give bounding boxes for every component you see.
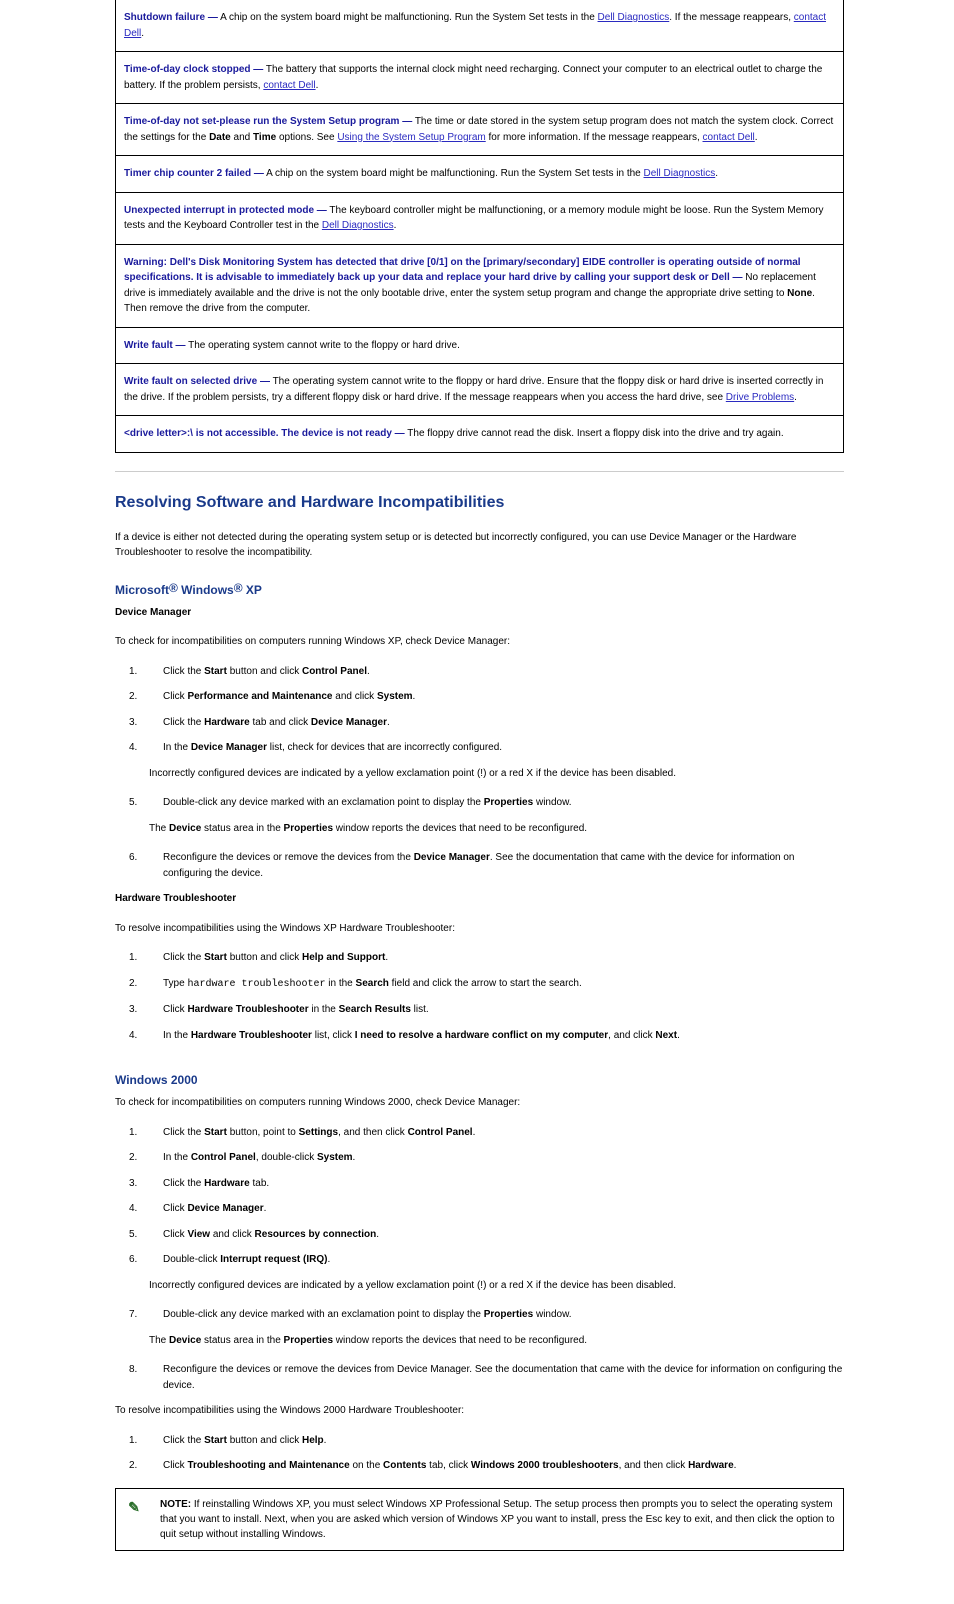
registered-icon: ®	[169, 581, 178, 595]
list-item: 4.In the Hardware Troubleshooter list, c…	[115, 1028, 844, 1054]
subheading: Device Manager	[115, 607, 191, 618]
steps-list: 7.Double-click any device marked with an…	[115, 1307, 844, 1333]
table-row: Unexpected interrupt in protected mode —…	[116, 192, 844, 244]
steps-list: 8.Reconfigure the devices or remove the …	[115, 1362, 844, 1403]
list-item: 7.Double-click any device marked with an…	[115, 1307, 844, 1333]
body-text: Incorrectly configured devices are indic…	[115, 766, 844, 782]
list-item: 6.Double-click Interrupt request (IRQ).	[115, 1252, 844, 1278]
list-item: 2.In the Control Panel, double-click Sys…	[115, 1150, 844, 1176]
body-text: Incorrectly configured devices are indic…	[115, 1278, 844, 1294]
note-box: ✎ NOTE: If reinstalling Windows XP, you …	[115, 1488, 844, 1551]
registered-icon: ®	[234, 581, 243, 595]
list-item: 1.Click the Start button and click Help.	[115, 1433, 844, 1459]
body-text: The Device status area in the Properties…	[115, 821, 844, 837]
body-text: The Device status area in the Properties…	[115, 1333, 844, 1349]
list-item: 4.In the Device Manager list, check for …	[115, 740, 844, 766]
os-heading: Windows 2000	[115, 1073, 844, 1087]
list-item: 1.Click the Start button, point to Setti…	[115, 1125, 844, 1151]
error-title: Timer chip counter 2 failed —	[124, 168, 264, 179]
error-messages-table: Shutdown failure — A chip on the system …	[115, 0, 844, 453]
error-title: desk or Dell —	[673, 272, 742, 283]
list-item: 4.Click Device Manager.	[115, 1201, 844, 1227]
list-item: 2.Click Performance and Maintenance and …	[115, 689, 844, 715]
list-item: 6.Reconfigure the devices or remove the …	[115, 850, 844, 891]
error-title: Write fault —	[124, 340, 185, 351]
os-heading: Microsoft® Windows® XP	[115, 581, 844, 597]
section-intro: If a device is either not detected durin…	[115, 530, 844, 561]
note-icon: ✎	[116, 1488, 153, 1550]
link[interactable]: contact Dell	[263, 80, 315, 91]
list-item: 8.Reconfigure the devices or remove the …	[115, 1362, 844, 1403]
section-divider	[115, 471, 844, 472]
steps-list: 5.Double-click any device marked with an…	[115, 795, 844, 821]
body-text: To check for incompatibilities on comput…	[115, 1095, 844, 1111]
error-title: >:\ is not accessible. The device is not…	[181, 428, 405, 439]
steps-list: 6.Reconfigure the devices or remove the …	[115, 850, 844, 891]
steps-list: 1.Click the Start button and click Help.…	[115, 1433, 844, 1484]
list-item: 2.Click Troubleshooting and Maintenance …	[115, 1458, 844, 1484]
table-row: Shutdown failure — A chip on the system …	[116, 0, 844, 52]
table-row: Time-of-day clock stopped — The battery …	[116, 52, 844, 104]
list-item: 3.Click Hardware Troubleshooter in the S…	[115, 1002, 844, 1028]
link[interactable]: contact Dell	[703, 132, 755, 143]
link[interactable]: Drive Problems	[726, 392, 794, 403]
list-item: 3.Click the Hardware tab and click Devic…	[115, 715, 844, 741]
steps-list: 1.Click the Start button and click Help …	[115, 950, 844, 1053]
error-title: please run the System Setup program —	[219, 116, 412, 127]
link[interactable]: Dell Diagnostics	[598, 12, 670, 23]
link[interactable]: Dell Diagnostics	[322, 220, 394, 231]
list-item: 5.Double-click any device marked with an…	[115, 795, 844, 821]
body-text: To resolve incompatibilities using the W…	[115, 1403, 844, 1419]
body-text: To resolve incompatibilities using the W…	[115, 921, 844, 937]
link[interactable]: Using the System Setup Program	[337, 132, 485, 143]
steps-list: 1.Click the Start button, point to Setti…	[115, 1125, 844, 1278]
body-text: To check for incompatibilities on comput…	[115, 634, 844, 650]
table-row: Timer chip counter 2 failed — A chip on …	[116, 156, 844, 193]
list-item: 1.Click the Start button and click Help …	[115, 950, 844, 976]
link[interactable]: Dell Diagnostics	[644, 168, 716, 179]
steps-list: 1.Click the Start button and click Contr…	[115, 664, 844, 766]
table-row: Write fault — The operating system canno…	[116, 327, 844, 364]
error-title: Write fault on selected drive —	[124, 376, 270, 387]
table-row: <drive letter>:\ is not accessible. The …	[116, 416, 844, 453]
subheading: Hardware Troubleshooter	[115, 893, 236, 904]
error-title: Shutdown failure —	[124, 12, 218, 23]
error-title: Unexpected interrupt in protected mode —	[124, 205, 327, 216]
section-heading: Resolving Software and Hardware Incompat…	[115, 494, 844, 512]
list-item: 2.Type hardware troubleshooter in the Se…	[115, 976, 844, 1003]
table-row: Write fault on selected drive — The oper…	[116, 364, 844, 416]
error-title: day clock stopped —	[163, 64, 263, 75]
note-text: If reinstalling Windows XP, you must sel…	[160, 1499, 835, 1540]
table-row: Time-of-day not set-please run the Syste…	[116, 104, 844, 156]
list-item: 3.Click the Hardware tab.	[115, 1176, 844, 1202]
list-item: 1.Click the Start button and click Contr…	[115, 664, 844, 690]
table-row: Warning: Dell's Disk Monitoring System h…	[116, 244, 844, 327]
note-label: NOTE:	[160, 1499, 191, 1510]
list-item: 5.Click View and click Resources by conn…	[115, 1227, 844, 1253]
